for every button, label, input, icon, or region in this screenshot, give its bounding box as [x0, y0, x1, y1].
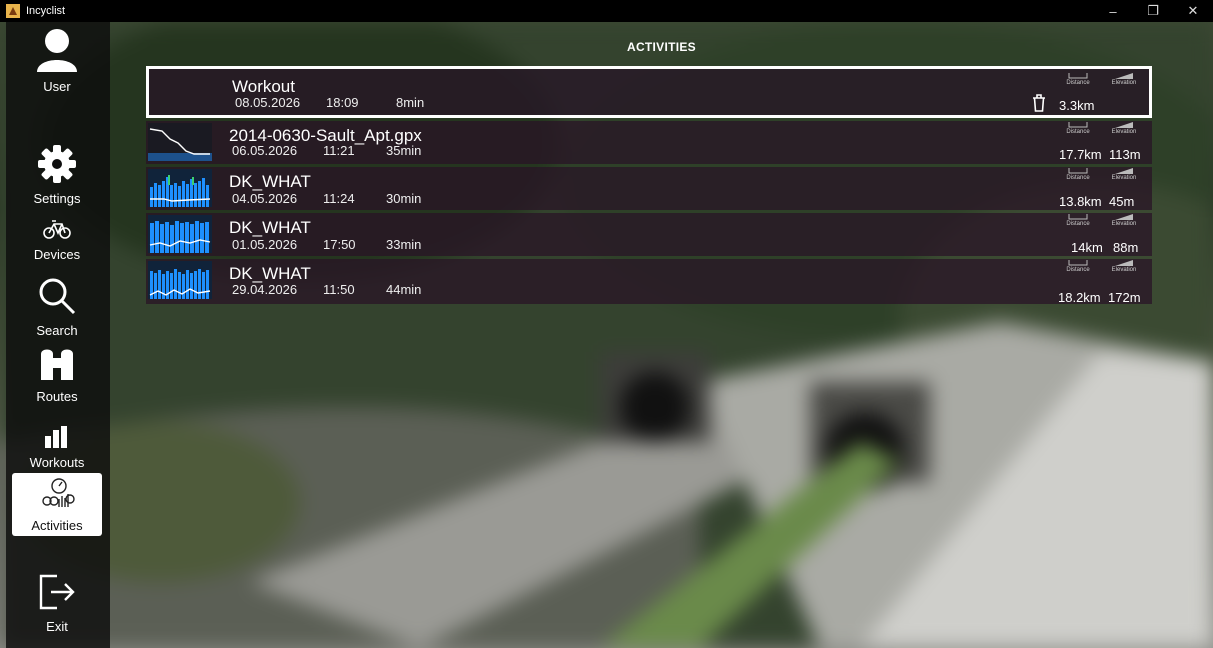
gear-icon — [37, 144, 77, 189]
search-icon — [37, 276, 77, 321]
sidebar-label-devices: Devices — [33, 247, 81, 262]
elevation-icon: Elevation — [1104, 213, 1144, 227]
activity-distance: 17.7km — [1059, 147, 1102, 162]
activity-thumbnail — [148, 123, 212, 161]
activity-time: 17:50 — [323, 237, 356, 252]
sidebar-label-activities: Activities — [31, 518, 83, 533]
sidebar-item-user[interactable]: User — [12, 28, 102, 94]
activity-elevation: 45m — [1109, 194, 1135, 209]
activity-distance: 18.2km — [1058, 290, 1101, 305]
trash-icon[interactable] — [1032, 94, 1048, 112]
exit-icon — [37, 572, 77, 617]
elevation-label: Elevation — [1111, 80, 1137, 86]
distance-label: Distance — [1066, 221, 1090, 227]
elevation-icon: Elevation — [1104, 72, 1144, 86]
window-titlebar: Incyclist – ❐ ✕ — [0, 0, 1213, 22]
activity-date: 08.05.2026 — [235, 95, 301, 110]
sidebar-item-search[interactable]: Search — [12, 276, 102, 338]
elevation-label: Elevation — [1111, 221, 1137, 227]
activity-row[interactable]: DK_WHAT 29.04.2026 11:50 44min Distance … — [146, 259, 1152, 305]
elevation-icon: Elevation — [1104, 121, 1144, 135]
sidebar-label-exit: Exit — [46, 619, 68, 634]
sidebar-label-routes: Routes — [36, 389, 78, 404]
activity-elevation: 172m — [1108, 290, 1141, 305]
workouts-icon — [45, 426, 69, 453]
app-logo-icon — [6, 4, 20, 18]
activity-duration: 30min — [386, 191, 422, 206]
activity-elevation: 113m — [1109, 147, 1141, 162]
distance-label: Distance — [1066, 267, 1090, 273]
sidebar-item-routes[interactable]: Routes — [12, 344, 102, 404]
minimize-button[interactable]: – — [1093, 0, 1133, 22]
distance-label: Distance — [1066, 175, 1090, 181]
activity-date: 06.05.2026 — [232, 143, 298, 158]
activity-elevation: 88m — [1113, 240, 1139, 255]
activity-name: Workout — [232, 77, 295, 96]
sidebar-label-search: Search — [36, 323, 78, 338]
sidebar-item-settings[interactable]: Settings — [12, 144, 102, 208]
sidebar-item-devices[interactable]: Devices — [12, 218, 102, 272]
elevation-icon: Elevation — [1104, 259, 1144, 273]
distance-icon: Distance — [1058, 167, 1098, 181]
elevation-icon: Elevation — [1104, 167, 1144, 181]
activity-time: 18:09 — [326, 95, 359, 110]
distance-icon: Distance — [1058, 259, 1098, 273]
activity-distance: 3.3km — [1059, 98, 1095, 113]
activities-icon — [39, 477, 75, 516]
sidebar: User Settings Devices Search Routes Work… — [6, 22, 110, 648]
activity-thumbnail — [148, 261, 212, 299]
distance-icon: Distance — [1058, 121, 1098, 135]
elevation-label: Elevation — [1111, 175, 1137, 181]
activity-distance: 14km — [1071, 240, 1103, 255]
routes-icon — [38, 344, 76, 387]
activity-duration: 44min — [386, 282, 422, 297]
activity-duration: 33min — [386, 237, 422, 252]
distance-label: Distance — [1066, 80, 1090, 86]
activity-distance: 13.8km — [1059, 194, 1102, 209]
activity-row[interactable]: DK_WHAT 01.05.2026 17:50 33min Distance … — [146, 213, 1152, 256]
bicycle-icon — [43, 218, 71, 245]
activity-row[interactable]: DK_WHAT 04.05.2026 11:24 30min Distance … — [146, 167, 1152, 210]
sidebar-label-user: User — [43, 79, 71, 94]
activity-duration: 8min — [396, 95, 425, 110]
distance-icon: Distance — [1058, 213, 1098, 227]
elevation-label: Elevation — [1111, 129, 1137, 135]
activity-date: 04.05.2026 — [232, 191, 298, 206]
activity-name: DK_WHAT — [229, 264, 311, 283]
sidebar-item-exit[interactable]: Exit — [12, 572, 102, 636]
page-title: ACTIVITIES — [626, 40, 696, 54]
user-icon — [34, 28, 80, 77]
restore-button[interactable]: ❐ — [1133, 0, 1173, 22]
elevation-label: Elevation — [1111, 267, 1137, 273]
activity-name: DK_WHAT — [229, 218, 311, 237]
sidebar-item-workouts[interactable]: Workouts — [12, 426, 102, 472]
close-button[interactable]: ✕ — [1173, 0, 1213, 22]
sidebar-item-activities[interactable]: Activities — [12, 473, 102, 536]
activity-thumbnail — [148, 215, 212, 253]
activity-date: 29.04.2026 — [232, 282, 298, 297]
activity-thumbnail — [148, 169, 212, 207]
sidebar-label-settings: Settings — [33, 191, 81, 206]
activity-time: 11:50 — [323, 282, 355, 297]
activity-time: 11:21 — [323, 143, 355, 158]
sidebar-label-workouts: Workouts — [29, 455, 85, 470]
activity-row[interactable]: Workout 08.05.2026 18:09 8min Distance E… — [146, 66, 1152, 118]
activity-duration: 35min — [386, 143, 422, 158]
distance-label: Distance — [1066, 129, 1090, 135]
activity-date: 01.05.2026 — [232, 237, 298, 252]
window-title: Incyclist — [26, 5, 66, 17]
activity-name: DK_WHAT — [229, 172, 311, 191]
distance-icon: Distance — [1058, 72, 1098, 86]
activity-time: 11:24 — [323, 191, 355, 206]
activity-row[interactable]: 2014-0630-Sault_Apt.gpx 06.05.2026 11:21… — [146, 121, 1152, 164]
